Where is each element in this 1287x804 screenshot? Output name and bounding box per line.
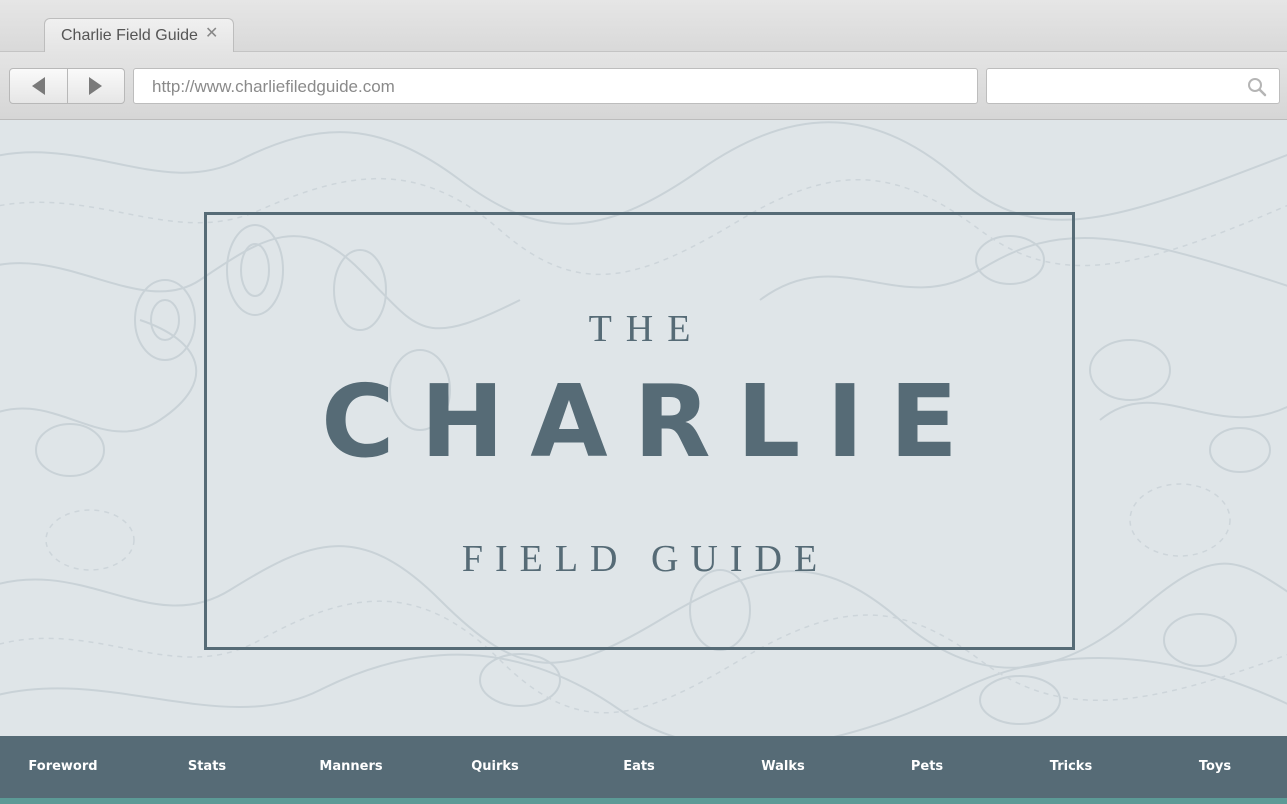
close-icon[interactable]: ✕ <box>205 23 218 43</box>
bottom-nav: Foreword Stats Manners Quirks Eats Walks… <box>0 736 1287 798</box>
nav-item-stats[interactable]: Stats <box>147 759 267 774</box>
nav-item-eats[interactable]: Eats <box>579 759 699 774</box>
page-hero: THE CHARLIE FIELD GUIDE <box>0 120 1287 736</box>
nav-item-foreword[interactable]: Foreword <box>3 759 123 774</box>
back-button[interactable] <box>10 69 67 103</box>
forward-button[interactable] <box>66 69 124 103</box>
page-title: CHARLIE <box>321 363 984 480</box>
tab-title: Charlie Field Guide <box>61 27 198 44</box>
page-subtitle: FIELD GUIDE <box>461 538 830 580</box>
browser-tab-bar: Charlie Field Guide ✕ <box>0 0 1287 53</box>
nav-item-quirks[interactable]: Quirks <box>435 759 555 774</box>
nav-item-manners[interactable]: Manners <box>291 759 411 774</box>
nav-item-tricks[interactable]: Tricks <box>1011 759 1131 774</box>
address-bar[interactable]: http://www.charliefiledguide.com <box>133 68 978 104</box>
nav-item-toys[interactable]: Toys <box>1155 759 1275 774</box>
history-buttons <box>9 68 125 104</box>
title-frame: THE CHARLIE FIELD GUIDE <box>204 212 1075 650</box>
nav-item-walks[interactable]: Walks <box>723 759 843 774</box>
search-icon[interactable] <box>1247 77 1267 97</box>
accent-strip <box>0 798 1287 804</box>
browser-toolbar: http://www.charliefiledguide.com <box>0 52 1287 120</box>
browser-tab[interactable]: Charlie Field Guide ✕ <box>44 18 234 53</box>
back-icon <box>31 77 45 95</box>
forward-icon <box>89 77 103 95</box>
url-text: http://www.charliefiledguide.com <box>152 77 395 96</box>
title-the: THE <box>588 308 705 350</box>
nav-item-pets[interactable]: Pets <box>867 759 987 774</box>
search-input[interactable] <box>986 68 1280 104</box>
